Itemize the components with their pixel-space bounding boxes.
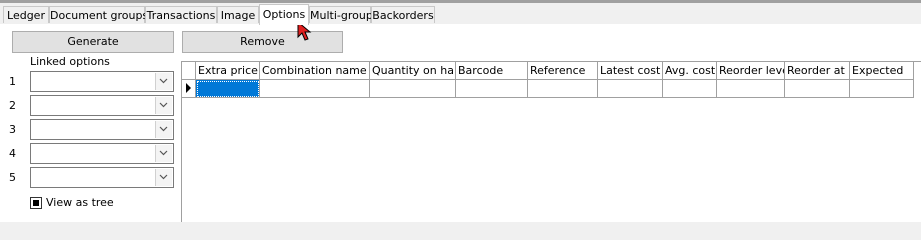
tab-strip: Ledger Document groups Transactions Imag… xyxy=(0,4,921,25)
column-header[interactable]: Quantity on hand xyxy=(370,62,456,80)
tab-label: Options xyxy=(262,8,306,21)
column-header[interactable]: Reorder at xyxy=(785,62,850,80)
options-grid[interactable]: Extra price Combination name Quantity on… xyxy=(181,61,921,222)
remove-button[interactable]: Remove xyxy=(182,31,343,53)
chevron-down-icon[interactable] xyxy=(155,169,172,186)
column-header[interactable]: Combination name xyxy=(260,62,370,80)
column-header[interactable]: Avg. cost xyxy=(663,62,717,80)
column-header[interactable]: Extra price xyxy=(196,62,260,80)
column-header[interactable]: Reorder level xyxy=(717,62,785,80)
linked-option-select-3[interactable] xyxy=(30,119,174,140)
column-header[interactable]: Barcode xyxy=(456,62,528,80)
tab-document-groups[interactable]: Document groups xyxy=(49,6,149,23)
generate-button-label: Generate xyxy=(67,35,119,48)
column-header[interactable]: Expected xyxy=(850,62,914,80)
grid-cell[interactable] xyxy=(528,80,598,98)
linked-option-select-5[interactable] xyxy=(30,167,174,188)
tab-label: Image xyxy=(220,9,256,22)
chevron-down-icon[interactable] xyxy=(155,73,172,90)
row-header[interactable] xyxy=(182,80,196,98)
grid-cell[interactable] xyxy=(663,80,717,98)
grid-cell[interactable] xyxy=(456,80,528,98)
linked-option-select-1[interactable] xyxy=(30,71,174,92)
linked-option-number: 3 xyxy=(9,123,16,136)
grid-cell[interactable] xyxy=(598,80,663,98)
remove-button-label: Remove xyxy=(240,35,285,48)
view-as-tree-label: View as tree xyxy=(46,196,114,209)
grid-cell[interactable] xyxy=(717,80,785,98)
tab-ledger[interactable]: Ledger xyxy=(3,6,49,23)
grid-cell[interactable] xyxy=(370,80,456,98)
tab-transactions[interactable]: Transactions xyxy=(145,6,217,23)
column-header[interactable]: Reference xyxy=(528,62,598,80)
current-row-arrow-icon xyxy=(186,83,191,93)
linked-option-number: 5 xyxy=(9,171,16,184)
chevron-down-icon[interactable] xyxy=(155,97,172,114)
checkbox-checked-mark xyxy=(33,200,39,206)
tab-label: Multi-group xyxy=(310,9,373,22)
tab-label: Transactions xyxy=(146,9,216,22)
column-header[interactable]: Latest cost xyxy=(598,62,663,80)
grid-cell-selected[interactable] xyxy=(196,80,260,98)
grid-corner-header xyxy=(182,62,196,80)
linked-option-select-2[interactable] xyxy=(30,95,174,116)
linked-options-title: Linked options xyxy=(30,55,110,68)
tab-label: Backorders xyxy=(372,9,434,22)
grid-cell[interactable] xyxy=(260,80,370,98)
linked-option-select-4[interactable] xyxy=(30,143,174,164)
window-top-edge xyxy=(0,0,921,3)
tab-image[interactable]: Image xyxy=(217,6,259,23)
view-as-tree-checkbox[interactable] xyxy=(30,197,42,209)
grid-cell[interactable] xyxy=(850,80,914,98)
tab-label: Document groups xyxy=(50,9,149,22)
tab-label: Ledger xyxy=(7,9,45,22)
chevron-down-icon[interactable] xyxy=(155,121,172,138)
grid-cell[interactable] xyxy=(785,80,850,98)
tab-options[interactable]: Options xyxy=(259,4,309,25)
linked-option-number: 4 xyxy=(9,147,16,160)
linked-option-number: 2 xyxy=(9,99,16,112)
tab-backorders[interactable]: Backorders xyxy=(371,6,435,23)
linked-option-number: 1 xyxy=(9,75,16,88)
options-panel: Generate Remove Linked options 1 2 3 4 5… xyxy=(0,24,921,222)
tab-multi-group[interactable]: Multi-group xyxy=(309,6,373,23)
generate-button[interactable]: Generate xyxy=(12,31,174,53)
chevron-down-icon[interactable] xyxy=(155,145,172,162)
